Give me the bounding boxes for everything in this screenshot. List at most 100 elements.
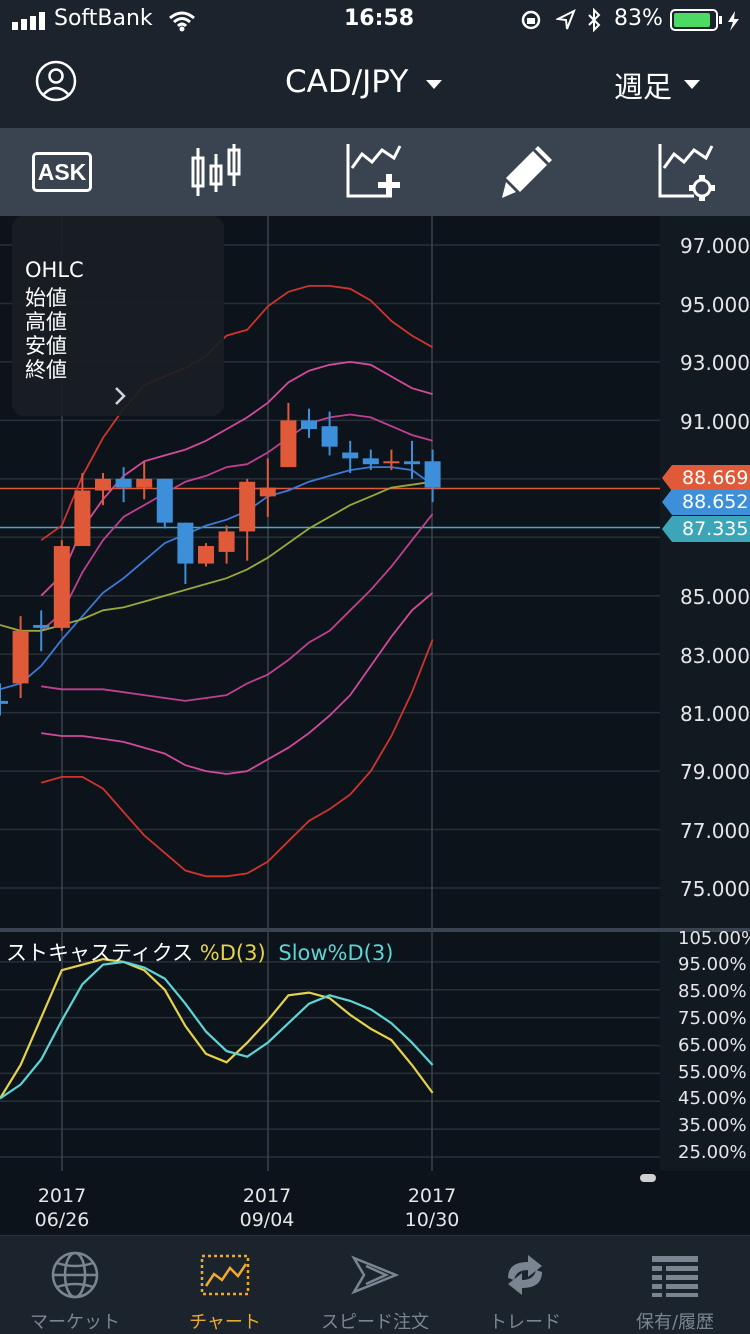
stochastic-slow-label: Slow%D(3): [278, 941, 394, 965]
stochastic-axis-label: 55.00%: [678, 1062, 747, 1083]
candle-body: [12, 630, 29, 684]
currency-pair-selector[interactable]: CAD/JPY: [285, 64, 408, 100]
tab-label: トレード: [489, 1312, 561, 1333]
tab-label: チャート: [189, 1312, 261, 1333]
speed-order-icon: [351, 1255, 400, 1295]
candle-body: [115, 478, 132, 488]
stochastic-axis-label: 25.00%: [678, 1142, 747, 1163]
chart-toolbar: ASK: [0, 128, 750, 216]
chart-icon: [200, 1254, 250, 1296]
stochastic-axis-label: 65.00%: [678, 1035, 747, 1056]
header: CAD/JPY 週足: [0, 40, 750, 128]
candle-body: [136, 478, 153, 488]
candle-body: [424, 461, 441, 488]
tab-chart[interactable]: チャート: [150, 1236, 300, 1334]
stochastic-series-line: [0, 960, 434, 1100]
candle-body: [404, 461, 420, 465]
globe-icon: [51, 1251, 99, 1299]
stochastic-axis-label: 45.00%: [678, 1088, 747, 1109]
date-axis-year: 2017: [242, 1185, 292, 1207]
ohlc-close-label: 終値: [25, 358, 67, 382]
tab-label: 保有/履歴: [635, 1312, 715, 1333]
status-bar: SoftBank 16:58 83%: [0, 0, 750, 40]
moving-average-price-tag: 88.652: [662, 489, 750, 515]
tab-label: スピード注文: [321, 1312, 429, 1333]
stochastic-legend: ストキャスティクス %D(3) Slow%D(3): [6, 937, 393, 967]
price-axis-label: 77.000: [680, 819, 750, 843]
candle-body: [95, 478, 111, 491]
candle-body: [0, 700, 8, 704]
period-selector[interactable]: 週足: [614, 64, 672, 106]
price-axis-label: 79.000: [680, 760, 750, 784]
tab-speed-order[interactable]: スピード注文: [300, 1236, 450, 1334]
candle-body: [301, 420, 317, 430]
tab-label: マーケット: [30, 1312, 120, 1333]
tab-market[interactable]: マーケット: [0, 1236, 150, 1334]
ask-bid-toggle-button[interactable]: ASK: [32, 152, 92, 192]
carrier-name: SoftBank: [54, 6, 153, 31]
stochastic-axis-label: 85.00%: [678, 981, 747, 1002]
price-axis-label: 93.000: [680, 351, 750, 375]
stochastic-title: ストキャスティクス: [6, 941, 194, 965]
wifi-icon: [169, 11, 195, 32]
candle-body: [362, 458, 379, 465]
account-icon[interactable]: [35, 60, 77, 102]
price-axis-label: 95.000: [680, 293, 750, 317]
candle-body: [383, 461, 400, 464]
ohlc-info-panel[interactable]: OHLC 始値 高値 安値 終値: [12, 216, 224, 416]
chevron-down-icon[interactable]: [426, 80, 442, 89]
reference-price-tag: 87.335: [662, 516, 750, 542]
candlestick-icon[interactable]: [184, 140, 248, 204]
date-axis-day: 10/30: [404, 1209, 460, 1231]
indicator-settings-icon[interactable]: [654, 140, 718, 204]
candle-body: [74, 490, 91, 547]
battery-percent: 83%: [614, 6, 663, 31]
pencil-icon[interactable]: [498, 140, 562, 204]
signal-icon: [12, 12, 45, 30]
candle-body: [239, 481, 256, 532]
battery-icon: [670, 9, 739, 31]
chevron-down-icon[interactable]: [684, 80, 700, 89]
tab-trade[interactable]: トレード: [450, 1236, 600, 1334]
scroll-indicator: [640, 1174, 656, 1182]
stochastic-axis-label: 105.00%: [678, 928, 750, 949]
price-axis-label: 97.000: [680, 234, 750, 258]
tab-bar: マーケット チャート スピード注文 トレード 保有/履歴: [0, 1235, 750, 1334]
bluetooth-icon: [588, 8, 601, 32]
stochastic-axis-label: 75.00%: [678, 1008, 747, 1029]
price-axis-label: 83.000: [680, 644, 750, 668]
candle-body: [280, 420, 297, 468]
candle-body: [53, 546, 70, 628]
candle-body: [218, 531, 235, 552]
clock: 16:58: [344, 6, 415, 31]
chart-area[interactable]: 97.000 95.000 93.000 91.000 85.000 83.00…: [0, 216, 750, 1235]
price-axis-label: 81.000: [680, 702, 750, 726]
last-price-tag: 88.669: [662, 465, 750, 491]
stochastic-axis-label: 95.00%: [678, 954, 747, 975]
candle-body: [342, 452, 359, 459]
price-axis-label: 75.000: [680, 877, 750, 901]
location-icon: [556, 9, 576, 30]
date-axis-day: 06/26: [34, 1209, 90, 1231]
price-axis-label: 85.000: [680, 585, 750, 609]
candle-body: [198, 546, 214, 564]
chevron-right-icon[interactable]: [110, 384, 130, 408]
rotation-lock-icon: [521, 10, 541, 30]
tab-holdings-history[interactable]: 保有/履歴: [600, 1236, 750, 1334]
price-axis-label: 91.000: [680, 410, 750, 434]
ohlc-heading: OHLC: [25, 258, 84, 282]
add-indicator-icon[interactable]: [342, 140, 406, 204]
date-axis-year: 2017: [407, 1185, 457, 1207]
candle-body: [321, 426, 338, 447]
trade-icon: [508, 1255, 542, 1295]
stochastic-d-label: %D(3): [199, 941, 266, 965]
date-axis-day: 09/04: [239, 1209, 295, 1231]
stochastic-axis-label: 35.00%: [678, 1115, 747, 1136]
stochastic-series-line: [0, 957, 434, 1100]
date-axis-year: 2017: [37, 1185, 87, 1207]
candle-body: [33, 624, 50, 628]
candle-body: [259, 487, 276, 497]
list-icon: [652, 1256, 698, 1297]
candle-body: [156, 478, 173, 523]
candle-body: [177, 522, 194, 564]
